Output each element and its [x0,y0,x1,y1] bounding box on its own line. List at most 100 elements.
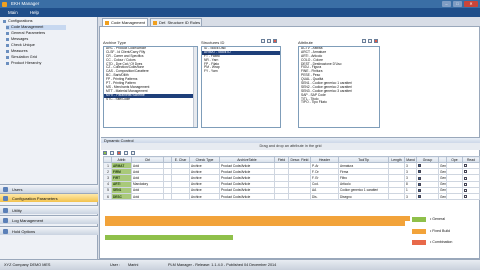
unchecked-checkbox[interactable] [464,170,467,174]
table-cell[interactable] [274,192,289,201]
tree-item-code-management[interactable]: Code Management [6,25,66,30]
archive-type-list[interactable]: ARC - Product Code/Article CLSF - Id Clie… [103,46,198,128]
table-cell[interactable] [388,192,405,201]
table-row[interactable]: 6 DESC Avid Archive Product Code/Article Dis.… [103,192,480,201]
tree-item-product-hierarchy[interactable]: Product Hierarchy [6,61,41,66]
node-icon [6,43,9,47]
add-icon[interactable] [103,151,107,155]
structures-id-list[interactable]: ID - Stock Disc ARMAT - Stock ID FT - Fabr… [201,46,281,128]
edit-icon[interactable] [267,39,271,43]
new-icon[interactable] [362,39,366,43]
table-cell[interactable]: General [438,192,447,201]
unchecked-checkbox[interactable] [464,195,467,199]
table-cell[interactable]: Disegno [338,192,389,201]
fixed-build-strip [105,221,405,226]
node-icon [6,37,9,41]
menu-help[interactable]: Help [30,8,39,17]
new-icon[interactable] [261,39,265,43]
tree-item-configurations[interactable]: Configurations [3,19,32,24]
tab-def-structure-id-rules[interactable]: Def. Structure ID Rules [150,18,202,26]
navigation-panel: Configurations Code Management General P… [0,17,98,259]
legend-label: • Combination [430,240,453,244]
checkbox-cell[interactable] [462,192,480,201]
tab-code-management[interactable]: Code Management [102,18,148,26]
table-cell[interactable] [163,192,172,201]
close-button[interactable]: ✕ [464,1,478,7]
hold-icon [3,229,8,234]
checked-checkbox[interactable] [418,195,421,199]
table-cell[interactable]: Product Code/Article [219,192,275,201]
checked-checkbox[interactable] [418,176,421,180]
table-cell[interactable]: Archive [189,192,220,201]
minimize-button[interactable]: – [442,1,451,7]
table-cell: 6 [103,192,112,201]
checked-checkbox[interactable] [418,170,421,174]
node-icon [6,49,9,53]
users-icon [3,187,8,192]
list-item[interactable]: STC - Site/Code [104,97,197,102]
tools-icon [3,208,8,213]
tab-icon [105,21,109,25]
legend-swatch [412,229,426,234]
maximize-button[interactable]: □ [453,1,462,7]
save-icon[interactable] [124,151,128,155]
sidebar-button-utility[interactable]: Utility [0,205,98,214]
menu-main[interactable]: Main [8,8,18,17]
table-cell[interactable] [288,192,311,201]
refresh-icon[interactable] [131,151,135,155]
edit-icon[interactable] [368,39,372,43]
scrollbar[interactable] [193,47,197,127]
table-cell[interactable]: 3 [404,192,417,201]
list-item[interactable]: FY - Yarn [202,69,280,74]
status-bar: XYZ Company DEMO MES User : Marini PLM M… [0,259,480,270]
attribute-list[interactable]: ACTV - Attività ARCT - Armature ARTI - Art… [298,46,380,128]
tree-item-check-unique[interactable]: Check Unique [6,43,35,48]
menu-bar: Main Help [0,8,480,17]
checked-checkbox[interactable] [418,164,421,168]
edit-icon[interactable] [110,151,114,155]
delete-icon[interactable] [374,39,378,43]
log-icon [3,218,8,223]
table-cell[interactable]: Avid [131,192,164,201]
legend-swatch [412,240,426,245]
structures-id-title: Structures ID [201,40,225,45]
attribute-title: Attribute [298,40,313,45]
tab-strip: Code Management Def. Structure ID Rules [99,17,480,26]
legend-label: • Fixed Build [430,229,451,233]
checkbox-cell[interactable] [416,192,439,201]
sidebar-button-hold-options[interactable]: Hold Options [0,226,98,235]
drag-drop-hint: Drag and drop an attribute in the grid [101,143,480,150]
folder-icon [3,19,6,23]
table-cell[interactable]: DESC [111,192,132,201]
archive-type-title: Archive Type [103,40,127,45]
table-cell[interactable]: Dis. [310,192,339,201]
sidebar-button-users[interactable]: Users [0,184,98,193]
table-cell[interactable] [446,192,463,201]
sidebar-button-log-management[interactable]: Log Management [0,215,98,224]
checked-checkbox[interactable] [418,189,421,192]
list-item[interactable]: TIPO - Tipo Filato [299,101,379,105]
title-bar: EKH Manager – □ ✕ [0,0,480,8]
delete-icon[interactable] [273,39,277,43]
unchecked-checkbox[interactable] [464,189,467,192]
user-label: User : [110,263,121,267]
company-name: XYZ Company DEMO MES [4,263,51,267]
table-cell[interactable] [171,192,190,201]
tree-item-simulation-grid[interactable]: Simulation Grid [6,55,37,60]
legend-label: • General [430,217,446,221]
unchecked-checkbox[interactable] [464,164,467,168]
checked-checkbox[interactable] [418,182,421,186]
unchecked-checkbox[interactable] [464,182,467,186]
tree-item-messages[interactable]: Messages [6,37,28,42]
tree-item-measures[interactable]: Measures [6,49,28,54]
delete-icon[interactable] [117,151,121,155]
unchecked-checkbox[interactable] [464,176,467,180]
user-name: Marini [128,263,139,267]
node-icon [6,25,9,29]
tab-icon [153,21,157,25]
node-icon [6,61,9,65]
tree-item-general-parameters[interactable]: General Parameters [6,31,45,36]
legend-swatch [412,217,426,222]
sidebar-button-configuration-parameters[interactable]: Configuration Parameters [0,193,98,202]
dynamic-control-grid: Attrib Ctrl E. Char Check Type ArchiveTable F… [103,156,480,201]
